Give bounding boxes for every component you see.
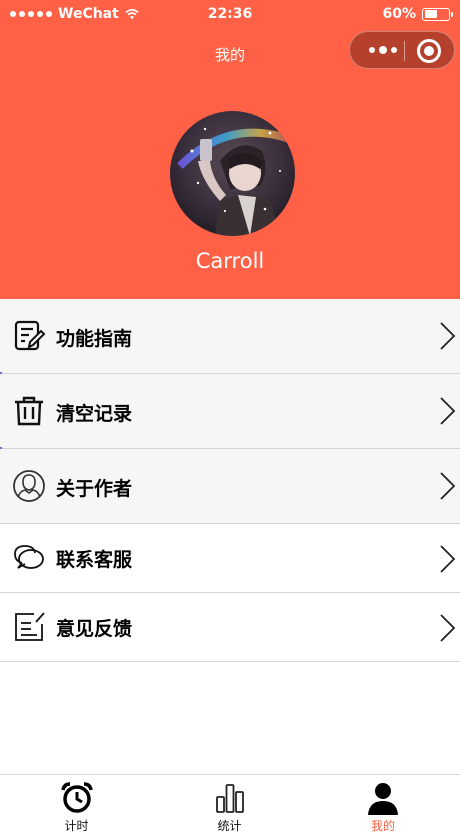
menu-item-about-author[interactable]: 关于作者 — [0, 449, 460, 524]
menu-item-clear-records[interactable]: 清空记录 — [0, 374, 460, 449]
tab-statistics[interactable]: 统计 — [153, 775, 306, 832]
feedback-edit-icon — [15, 612, 45, 641]
exit-mini-program-icon[interactable] — [417, 39, 441, 63]
menu-item-feedback[interactable]: 意见反馈 — [0, 593, 460, 662]
guide-icon — [14, 320, 46, 351]
trash-icon — [15, 396, 43, 426]
bar-chart-icon — [215, 784, 244, 813]
menu-item-guide[interactable]: 功能指南 — [0, 299, 460, 374]
person-icon — [368, 783, 398, 815]
menu-item-label: 联系客服 — [56, 549, 133, 571]
chat-bubbles-icon — [14, 545, 44, 569]
status-bar: WeChat 22:36 60% — [0, 0, 460, 30]
capsule-divider — [404, 41, 405, 61]
menu-item-label: 意见反馈 — [56, 618, 133, 640]
battery-fill — [424, 10, 438, 18]
mini-program-capsule — [349, 31, 455, 69]
chevron-right-icon — [440, 545, 456, 573]
chevron-right-icon — [440, 614, 456, 642]
tab-timer[interactable]: 计时 — [0, 775, 153, 832]
settings-menu: 功能指南 清空记录 关于作者 联系客服 意见反馈 — [0, 299, 460, 662]
bottom-tab-bar: 计时 统计 我的 — [0, 774, 460, 832]
more-menu-icon[interactable] — [362, 32, 404, 68]
battery-percent: 60% — [382, 6, 416, 22]
menu-item-label: 关于作者 — [56, 478, 133, 500]
avatar[interactable] — [170, 111, 295, 236]
menu-item-label: 清空记录 — [56, 403, 133, 425]
alarm-clock-icon — [60, 782, 93, 813]
menu-item-contact-support[interactable]: 联系客服 — [0, 524, 460, 593]
username: Carroll — [195, 249, 265, 273]
tab-mine[interactable]: 我的 — [306, 775, 460, 832]
user-circle-icon — [13, 470, 45, 502]
avatar-illustration — [170, 111, 295, 236]
chevron-right-icon — [440, 397, 456, 425]
tab-label: 我的 — [370, 819, 395, 832]
menu-item-label: 功能指南 — [56, 328, 133, 350]
tab-label: 统计 — [217, 819, 242, 832]
battery-status: 60% — [382, 6, 453, 22]
tab-label: 计时 — [64, 819, 89, 832]
chevron-right-icon — [440, 472, 456, 500]
profile-header: WeChat 22:36 60% 我的 Carroll — [0, 0, 460, 299]
chevron-right-icon — [440, 322, 456, 350]
battery-icon — [422, 7, 453, 21]
